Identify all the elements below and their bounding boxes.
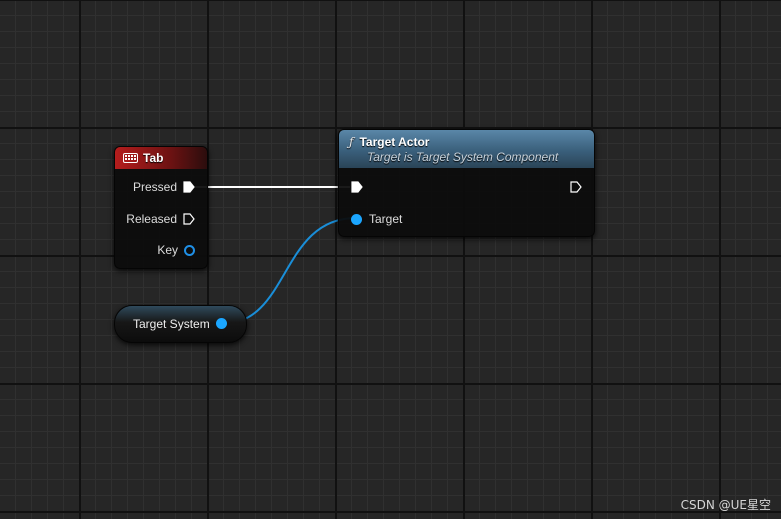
target-actor-title: Target Actor: [359, 134, 430, 149]
target-pin-label: Target: [369, 212, 403, 226]
blueprint-graph-canvas[interactable]: Tab Pressed Released Key ƒ Target Actor: [0, 0, 781, 519]
target-pin-row: Target: [351, 212, 402, 226]
tab-event-node[interactable]: Tab Pressed Released Key: [114, 146, 208, 269]
pressed-exec-pin-icon[interactable]: [183, 181, 195, 193]
tab-event-header[interactable]: Tab: [115, 147, 207, 169]
target-wire[interactable]: [221, 217, 357, 325]
tab-event-title: Tab: [143, 151, 164, 165]
key-data-pin-icon[interactable]: [184, 244, 195, 256]
exec-out-pin-icon[interactable]: [570, 181, 582, 193]
key-pin-label: Key: [157, 243, 178, 257]
target-actor-subtitle: Target is Target System Component: [367, 149, 559, 164]
released-exec-pin-icon[interactable]: [183, 213, 195, 225]
released-pin-row: Released: [126, 212, 195, 226]
exec-in-pin-icon[interactable]: [351, 181, 363, 193]
target-system-variable-node[interactable]: Target System: [114, 305, 247, 343]
pressed-pin-row: Pressed: [133, 180, 195, 194]
function-icon: ƒ: [349, 134, 354, 149]
target-data-pin-icon[interactable]: [351, 213, 362, 225]
target-system-output-pin-icon[interactable]: [216, 318, 227, 329]
watermark: CSDN @UE星空: [680, 498, 771, 512]
key-pin-row: Key: [157, 243, 195, 257]
released-pin-label: Released: [126, 212, 177, 226]
keyboard-icon: [123, 153, 138, 163]
target-system-label: Target System: [133, 317, 210, 331]
target-actor-header[interactable]: ƒ Target Actor Target is Target System C…: [339, 130, 594, 168]
target-actor-function-node[interactable]: ƒ Target Actor Target is Target System C…: [338, 129, 595, 237]
pressed-pin-label: Pressed: [132, 180, 177, 194]
